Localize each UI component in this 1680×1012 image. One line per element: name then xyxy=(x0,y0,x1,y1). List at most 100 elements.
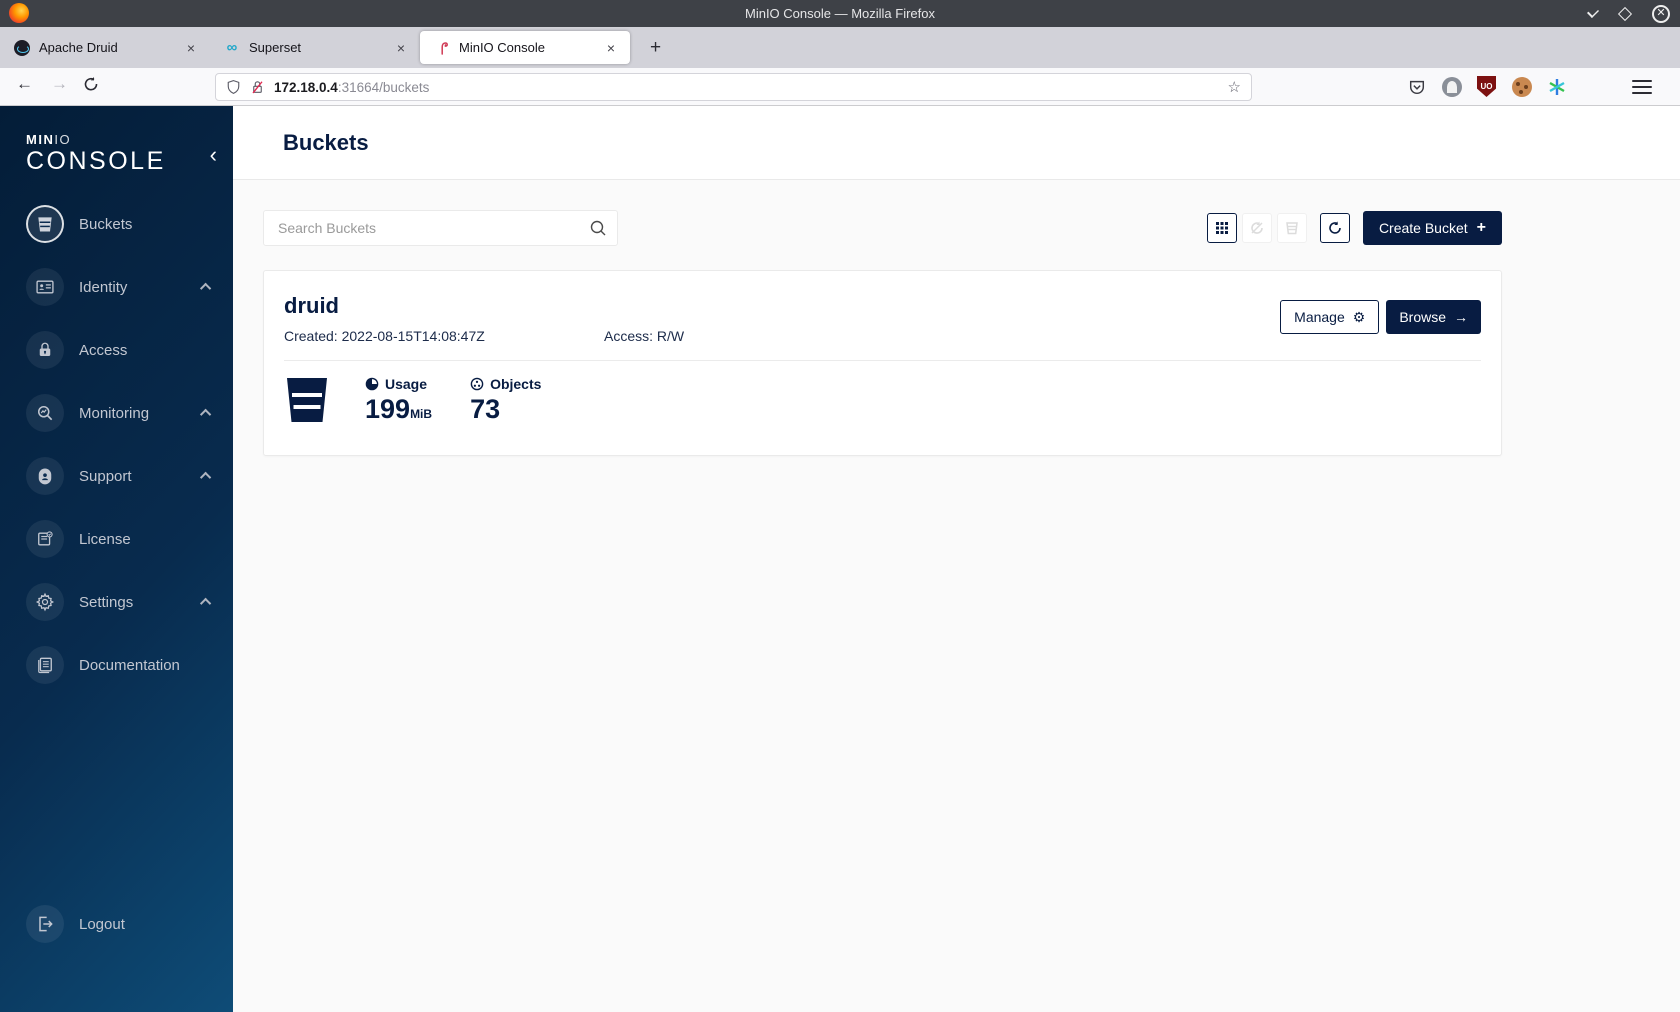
url-text[interactable]: 172.18.0.4:31664/buckets xyxy=(274,80,1219,95)
sidebar-item-identity[interactable]: Identity xyxy=(26,268,233,306)
sidebar-item-label: Documentation xyxy=(79,656,180,674)
sidebar-item-label: Access xyxy=(79,341,128,359)
usage-unit: MiB xyxy=(410,407,433,421)
maximize-icon[interactable] xyxy=(1617,6,1633,21)
usage-pie-icon xyxy=(365,377,379,391)
new-tab-button[interactable]: + xyxy=(642,35,669,61)
close-tab-icon[interactable]: × xyxy=(602,38,620,58)
close-tab-icon[interactable]: × xyxy=(392,38,410,58)
menu-hamburger-icon[interactable] xyxy=(1632,76,1652,96)
logout-icon xyxy=(26,905,64,943)
arrow-right-icon: → xyxy=(1454,309,1468,325)
tab-superset[interactable]: ∞ Superset × xyxy=(210,27,420,68)
tab-apache-druid[interactable]: Apache Druid × xyxy=(0,27,210,68)
manage-button[interactable]: Manage ⚙ xyxy=(1280,300,1380,334)
gear-icon: ⚙ xyxy=(1352,308,1366,325)
chevron-up-icon[interactable] xyxy=(199,597,212,610)
replication-button[interactable] xyxy=(1241,213,1272,243)
support-icon xyxy=(26,457,64,495)
pocket-icon[interactable] xyxy=(1403,73,1430,100)
sidebar-item-monitoring[interactable]: Monitoring xyxy=(26,394,233,432)
monitoring-magnifier-icon xyxy=(26,394,64,432)
objects-icon xyxy=(470,377,484,391)
forward-button[interactable]: → xyxy=(51,74,68,94)
sidebar-item-label: Buckets xyxy=(79,215,133,233)
buckets-toolbar: Create Bucket + xyxy=(263,210,1502,246)
bucket-card-druid[interactable]: druid Created: 2022-08-15T14:08:47Z Acce… xyxy=(263,270,1502,456)
browse-button[interactable]: Browse → xyxy=(1386,300,1481,334)
minio-console-app: MINIO CONSOLE ‹ Buckets Identity Access … xyxy=(0,106,1680,1012)
insecure-lock-icon[interactable] xyxy=(250,79,265,95)
sidebar-item-support[interactable]: Support xyxy=(26,457,233,495)
window-title: MinIO Console — Mozilla Firefox xyxy=(745,6,935,21)
multi-account-container-icon[interactable] xyxy=(1543,73,1570,100)
url-bar[interactable]: 172.18.0.4:31664/buckets ☆ xyxy=(215,73,1252,101)
lock-icon xyxy=(26,331,64,369)
browser-navbar: ← → 172.18.0.4:31664/buckets ☆ UO xyxy=(0,68,1680,106)
chevron-up-icon[interactable] xyxy=(199,471,212,484)
bucket-created: Created: 2022-08-15T14:08:47Z xyxy=(284,328,485,344)
create-bucket-label: Create Bucket xyxy=(1378,220,1468,236)
grid-view-button[interactable] xyxy=(1206,213,1237,243)
minimize-icon[interactable] xyxy=(1586,5,1600,18)
bucket-info: druid Created: 2022-08-15T14:08:47Z Acce… xyxy=(284,293,684,344)
tab-minio-console[interactable]: MinIO Console × xyxy=(420,31,630,64)
ublock-origin-icon[interactable]: UO xyxy=(1473,73,1500,100)
window-controls: ✕ xyxy=(1586,0,1670,27)
sidebar-nav: Buckets Identity Access Monitoring Suppo… xyxy=(0,205,233,709)
search-input[interactable] xyxy=(263,210,618,246)
back-button[interactable]: ← xyxy=(16,74,33,94)
account-profile-icon[interactable] xyxy=(1438,73,1465,100)
sidebar-item-documentation[interactable]: Documentation xyxy=(26,646,233,684)
sidebar-item-label: Settings xyxy=(79,593,134,611)
minio-flamingo-icon xyxy=(434,40,450,56)
sidebar-item-buckets[interactable]: Buckets xyxy=(26,205,233,243)
create-bucket-button[interactable]: Create Bucket + xyxy=(1362,211,1502,245)
bucket-card-buttons: Manage ⚙ Browse → xyxy=(1280,300,1481,344)
card-divider xyxy=(284,360,1481,361)
bucket-icon xyxy=(284,376,330,429)
minio-console-logo: MINIO CONSOLE xyxy=(26,132,166,175)
extension-icons: UO xyxy=(1403,73,1570,100)
sidebar-item-settings[interactable]: Settings xyxy=(26,583,233,621)
usage-label: Usage xyxy=(385,376,428,392)
firefox-logo-icon xyxy=(9,3,29,23)
sidebar-item-logout[interactable]: Logout xyxy=(26,905,125,943)
refresh-button[interactable] xyxy=(1319,213,1350,243)
cookie-extension-icon[interactable] xyxy=(1508,73,1535,100)
chevron-up-icon[interactable] xyxy=(199,408,212,421)
chevron-up-icon[interactable] xyxy=(199,282,212,295)
sidebar-item-label: Identity xyxy=(79,278,128,296)
sidebar-item-label: Logout xyxy=(79,915,125,933)
page-header: Buckets xyxy=(233,106,1680,180)
sidebar-item-access[interactable]: Access xyxy=(26,331,233,369)
usage-metric: Usage 199MiB xyxy=(365,376,432,423)
close-tab-icon[interactable]: × xyxy=(182,38,200,58)
url-path: :31664/buckets xyxy=(337,79,430,95)
sidebar-item-label: Monitoring xyxy=(79,404,150,422)
sidebar: MINIO CONSOLE ‹ Buckets Identity Access … xyxy=(0,106,233,1012)
bucket-icon xyxy=(26,205,64,243)
superset-icon: ∞ xyxy=(226,38,238,56)
documentation-book-icon xyxy=(26,646,64,684)
tracking-shield-icon[interactable] xyxy=(226,79,241,95)
tab-label: MinIO Console xyxy=(459,40,545,55)
main-area: Buckets Search Buckets Create Bucket + d… xyxy=(233,106,1680,1012)
bucket-name[interactable]: druid xyxy=(284,293,684,319)
bucket-metrics: Usage 199MiB Objects 73 xyxy=(284,376,1481,429)
license-document-icon xyxy=(26,520,64,558)
url-host: 172.18.0.4 xyxy=(274,79,338,95)
sidebar-item-label: Support xyxy=(79,467,132,485)
tab-label: Superset xyxy=(249,40,302,55)
objects-label: Objects xyxy=(490,376,542,392)
collapse-sidebar-icon[interactable]: ‹ xyxy=(210,142,217,168)
delete-bucket-button[interactable] xyxy=(1276,213,1307,243)
page-title: Buckets xyxy=(283,129,369,155)
search-wrap xyxy=(263,210,618,246)
objects-value: 73 xyxy=(470,394,501,424)
close-window-icon[interactable]: ✕ xyxy=(1652,4,1670,23)
sidebar-item-license[interactable]: License xyxy=(26,520,233,558)
bookmark-star-icon[interactable]: ☆ xyxy=(1228,78,1241,96)
reload-button[interactable] xyxy=(83,76,99,97)
gear-icon xyxy=(26,583,64,621)
